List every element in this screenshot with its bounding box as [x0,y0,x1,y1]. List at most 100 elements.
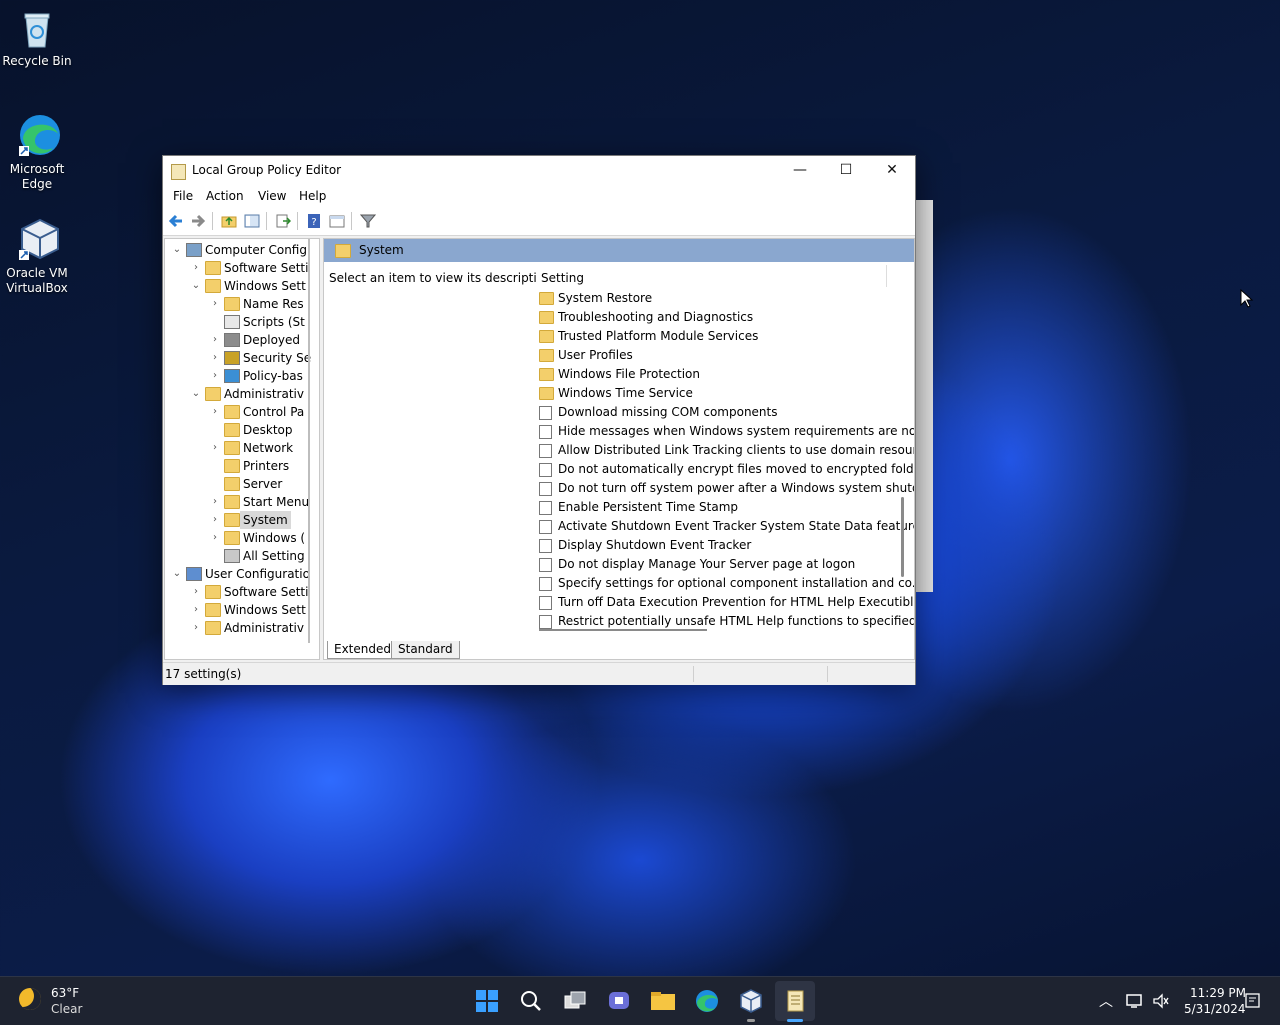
chevron-down-icon[interactable]: ⌄ [190,277,202,295]
group-policy-editor-window[interactable]: Local Group Policy Editor — ☐ ✕ File Act… [162,155,916,685]
tab-extended[interactable]: Extended [327,641,398,659]
setting-column-header[interactable]: Setting [541,271,584,285]
column-divider[interactable] [886,265,887,287]
chevron-right-icon[interactable]: › [209,349,221,367]
description-text: Select an item to view its description. [329,271,556,285]
list-item-label: Turn off Data Execution Prevention for H… [558,595,914,609]
export-list-icon[interactable] [275,213,291,229]
weather-condition[interactable]: Clear [51,1002,82,1016]
chevron-right-icon[interactable]: › [209,331,221,349]
chevron-right-icon[interactable]: › [209,367,221,385]
desktop-icon-edge[interactable]: Microsoft Edge [0,112,74,192]
clock-date[interactable]: 5/31/2024 [1184,1002,1246,1016]
menu-view[interactable]: View [258,189,286,203]
chevron-right-icon[interactable]: › [209,439,221,457]
start-windows-icon[interactable] [473,987,501,1015]
desktop-icon-label: Microsoft Edge [9,162,65,191]
chevron-right-icon[interactable]: › [209,403,221,421]
tree-item-label: Administrativ [224,387,304,401]
toolbar-separator [266,212,267,230]
list-horizontal-scrollbar[interactable] [539,629,707,631]
show-hide-tree-icon[interactable] [244,213,260,229]
volume-icon[interactable] [1152,993,1170,1009]
tree-item-label: Software Setti [224,585,309,599]
list-item-label: User Profiles [558,348,633,362]
printer-icon [224,333,240,347]
chevron-down-icon[interactable]: ⌄ [171,241,183,259]
chevron-right-icon[interactable]: › [209,529,221,547]
filter-icon[interactable] [360,213,376,229]
list-item-label: Display Shutdown Event Tracker [558,538,752,552]
search-icon[interactable] [517,987,545,1015]
task-view-icon[interactable] [561,987,589,1015]
chevron-down-icon[interactable]: ⌄ [171,565,183,583]
desktop-icon-recycle-bin[interactable]: Recycle Bin [0,10,74,69]
chevron-right-icon[interactable]: › [190,583,202,601]
list-item-label: Hide messages when Windows system requir… [558,424,914,438]
minimize-button[interactable]: — [777,156,823,186]
maximize-button[interactable]: ☐ [823,156,869,186]
chevron-right-icon[interactable]: › [190,259,202,277]
folder-icon [224,531,240,545]
menu-file[interactable]: File [173,189,193,203]
network-icon[interactable] [1126,993,1144,1009]
folder-icon [224,423,240,437]
settings-list[interactable]: Setting System Restore Troubleshooting an… [536,263,914,659]
tree-vertical-scrollbar[interactable] [308,239,310,643]
chevron-up-icon[interactable]: ︿ [1099,991,1113,1011]
teams-chat-icon[interactable] [605,987,633,1015]
moon-weather-icon[interactable] [19,988,41,1010]
properties-view-icon[interactable] [329,213,345,229]
menu-help[interactable]: Help [299,189,326,203]
group-policy-taskbar-icon[interactable] [781,987,809,1015]
notification-icon[interactable] [1245,993,1261,1009]
policy-setting-icon [539,577,552,591]
list-item-label: Enable Persistent Time Stamp [558,500,739,514]
file-explorer-icon[interactable] [649,987,677,1015]
edge-taskbar-icon[interactable] [693,987,721,1015]
desktop-icon-virtualbox[interactable]: Oracle VM VirtualBox [0,216,74,296]
menu-action[interactable]: Action [206,189,244,203]
list-item-label: Trusted Platform Module Services [558,329,759,343]
tree-item-label: Scripts (St [243,315,305,329]
desktop-icon-label: Oracle VM VirtualBox [6,266,68,295]
title-bar[interactable]: Local Group Policy Editor — ☐ ✕ [163,156,915,186]
list-item-label: Do not display Manage Your Server page a… [558,557,856,571]
tree-item-label: Windows Sett [224,603,306,617]
help-icon[interactable]: ? [306,213,322,229]
tab-standard[interactable]: Standard [391,641,460,659]
list-vertical-scrollbar[interactable] [901,497,904,577]
forward-arrow-icon[interactable] [190,213,206,229]
weather-temperature[interactable]: 63°F [51,986,79,1000]
folder-icon [205,387,221,401]
folder-icon [205,585,221,599]
list-item-label: Specify settings for optional component … [558,576,914,590]
tree-item-label: Network [243,441,294,455]
policy-setting-icon [539,520,552,534]
mouse-cursor-icon [1240,289,1254,308]
up-folder-icon[interactable] [221,213,237,229]
edge-icon [17,112,60,158]
chevron-right-icon[interactable]: › [190,601,202,619]
back-arrow-icon[interactable] [168,213,184,229]
tree-item-label: Start Menu [243,495,310,509]
folder-icon [539,368,554,381]
status-text: 17 setting(s) [165,667,242,681]
details-pane[interactable]: System Select an item to view its descri… [323,238,915,660]
list-item-label: Do not automatically encrypt files moved… [558,462,914,476]
chevron-right-icon[interactable]: › [209,511,221,529]
folder-icon [539,311,554,324]
folder-icon [205,603,221,617]
list-item-label: Download missing COM components [558,405,778,419]
chevron-right-icon[interactable]: › [190,619,202,637]
clock-time[interactable]: 11:29 PM [1190,986,1246,1000]
virtualbox-taskbar-icon[interactable] [737,987,765,1015]
chevron-down-icon[interactable]: ⌄ [190,385,202,403]
list-item-label: Windows Time Service [558,386,693,400]
tree-pane[interactable]: ⌄ Computer Config › Software Setti ⌄ Windows … [164,238,320,660]
taskbar: 63°F Clear ︿ 11:29 PM 5/31/2024 [0,976,1280,1025]
close-button[interactable]: ✕ [869,156,915,186]
chart-icon [224,369,240,383]
chevron-right-icon[interactable]: › [209,295,221,313]
chevron-right-icon[interactable]: › [209,493,221,511]
